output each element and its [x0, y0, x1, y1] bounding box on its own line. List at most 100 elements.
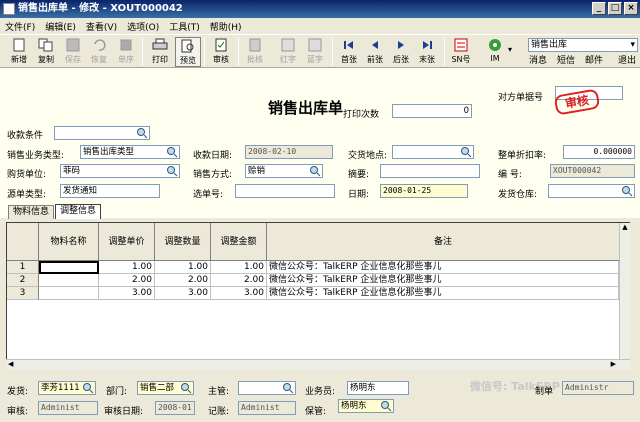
salesman-field[interactable]: 杨明东 — [347, 381, 409, 395]
approve-button[interactable]: 批核 — [242, 37, 268, 67]
menu-help[interactable]: 帮助(H) — [205, 20, 247, 33]
summary-field[interactable] — [380, 164, 480, 178]
col-note[interactable]: 备注 — [267, 223, 619, 261]
lookup-icon[interactable] — [82, 382, 94, 394]
table-row[interactable]: 1 1.00 1.00 1.00 微信公众号：TalkERP 企业信息化那些事儿 — [7, 261, 629, 274]
close-button[interactable]: × — [624, 2, 638, 15]
print-button[interactable]: 打印 — [147, 37, 173, 67]
lookup-icon[interactable] — [282, 382, 294, 394]
audit-label: 审核 — [213, 55, 229, 64]
lookup-icon[interactable] — [380, 400, 392, 412]
amount-cell[interactable]: 3.00 — [211, 287, 267, 300]
maker-field[interactable]: Administr — [562, 381, 634, 395]
lookup-icon[interactable] — [166, 146, 178, 158]
price-cell[interactable]: 3.00 — [99, 287, 155, 300]
note-cell[interactable]: 微信公众号：TalkERP 企业信息化那些事儿 — [267, 287, 619, 300]
col-adjust-qty[interactable]: 调整数量 — [155, 223, 211, 261]
first-button[interactable]: 首张 — [336, 37, 362, 67]
scroll-up-icon[interactable]: ▲ — [620, 223, 630, 231]
sale-mode-field[interactable]: 赊销 — [245, 164, 323, 178]
chevron-down-icon[interactable]: ▾ — [630, 39, 635, 51]
note-cell[interactable]: 微信公众号：TalkERP 企业信息化那些事儿 — [267, 261, 619, 274]
new-button[interactable]: 新增 — [6, 37, 32, 67]
save-button[interactable]: 保存 — [60, 37, 86, 67]
collect-cond-field[interactable] — [54, 126, 150, 140]
message-button[interactable]: 消息 — [529, 53, 547, 66]
prev-button[interactable]: 前张 — [362, 37, 388, 67]
preview-button[interactable]: 预览 — [175, 37, 201, 67]
code-field[interactable]: XOUT000042 — [550, 164, 635, 178]
amount-cell[interactable]: 1.00 — [211, 261, 267, 274]
menu-view[interactable]: 查看(V) — [81, 20, 122, 33]
material-name-cell[interactable] — [39, 261, 99, 274]
menu-file[interactable]: 文件(F) — [0, 20, 40, 33]
manager-field[interactable] — [238, 381, 296, 395]
price-cell[interactable]: 1.00 — [99, 261, 155, 274]
lookup-icon[interactable] — [621, 185, 633, 197]
col-adjust-amount[interactable]: 调整金额 — [211, 223, 267, 261]
lookup-icon[interactable] — [460, 146, 472, 158]
exit-button[interactable]: 退出 — [618, 53, 636, 66]
table-row[interactable]: 3 3.00 3.00 3.00 微信公众号：TalkERP 企业信息化那些事儿 — [7, 287, 629, 300]
scroll-right-icon[interactable]: ▶ — [611, 360, 616, 368]
lookup-icon[interactable] — [180, 382, 192, 394]
menu-options[interactable]: 选项(O) — [122, 20, 164, 33]
ship-field[interactable]: 李芳1111 — [38, 381, 96, 395]
collect-date-field[interactable]: 2008-02-10 — [245, 145, 333, 159]
tab-material-info[interactable]: 物料信息 — [8, 205, 55, 219]
delete-button[interactable]: 单序 — [113, 37, 139, 67]
table-row[interactable]: 2 2.00 2.00 2.00 微信公众号：TalkERP 企业信息化那些事儿 — [7, 274, 629, 287]
audit-button[interactable]: 审核 — [208, 37, 234, 67]
sel-no-field[interactable] — [235, 184, 335, 198]
audit-date-field[interactable]: 2008-01 — [155, 401, 195, 415]
print-count-field[interactable]: 0 — [392, 104, 472, 118]
material-name-cell[interactable] — [39, 287, 99, 300]
discount-field[interactable]: 0.000000 — [563, 145, 635, 159]
date-field[interactable]: 2008-01-25 — [380, 184, 468, 198]
buyer-field[interactable]: 菲码 — [60, 164, 180, 178]
restore-button[interactable]: 恢复 — [86, 37, 112, 67]
col-material-name[interactable]: 物料名称 — [39, 223, 99, 261]
keeper-field[interactable]: 杨明东 — [338, 399, 394, 413]
grid-horizontal-scrollbar[interactable]: ◀ ▶ — [6, 359, 630, 370]
lookup-icon[interactable] — [136, 127, 148, 139]
qty-cell[interactable]: 2.00 — [155, 274, 211, 287]
warehouse-field[interactable] — [548, 184, 635, 198]
copy-button[interactable]: 复制 — [33, 37, 59, 67]
menu-tools[interactable]: 工具(T) — [164, 20, 205, 33]
scroll-left-icon[interactable]: ◀ — [8, 360, 13, 368]
sms-button[interactable]: 短信 — [557, 53, 575, 66]
auditor-label: 审核: — [7, 407, 29, 417]
biz-type-field[interactable]: 销售出库类型 — [80, 145, 180, 159]
module-combo[interactable]: 销售出库 ▾ — [528, 38, 638, 52]
place-field[interactable] — [392, 145, 474, 159]
tab-adjust-info[interactable]: 调整信息 — [55, 204, 102, 219]
lookup-icon[interactable] — [309, 165, 321, 177]
maximize-button[interactable]: □ — [608, 2, 622, 15]
minimize-button[interactable]: _ — [592, 2, 606, 15]
im-button[interactable]: IM — [482, 37, 508, 67]
amount-cell[interactable]: 2.00 — [211, 274, 267, 287]
material-name-cell[interactable] — [39, 274, 99, 287]
note-cell[interactable]: 微信公众号：TalkERP 企业信息化那些事儿 — [267, 274, 619, 287]
menu-edit[interactable]: 编辑(E) — [40, 20, 81, 33]
lookup-icon[interactable] — [166, 165, 178, 177]
col-adjust-price[interactable]: 调整单价 — [99, 223, 155, 261]
sn-button[interactable]: SN号 — [448, 37, 474, 67]
mail-button[interactable]: 邮件 — [585, 53, 603, 66]
blue-button[interactable]: 蓝字 — [302, 37, 328, 67]
dept-field[interactable]: 销售二部 — [137, 381, 194, 395]
audit-date-label: 审核日期: — [104, 407, 144, 417]
src-type-field[interactable]: 发货通知 — [60, 184, 160, 198]
red-button[interactable]: 红字 — [275, 37, 301, 67]
toolbar: 新增 复制 保存 恢复 单序 打印 预览 审核 批核 红字 蓝字 首张 前张 后… — [0, 34, 640, 68]
qty-cell[interactable]: 3.00 — [155, 287, 211, 300]
im-dropdown-icon[interactable]: ▾ — [508, 45, 512, 54]
last-button[interactable]: 末张 — [414, 37, 440, 67]
qty-cell[interactable]: 1.00 — [155, 261, 211, 274]
next-button[interactable]: 后张 — [388, 37, 414, 67]
auditor-field[interactable]: Administ — [38, 401, 98, 415]
booker-field[interactable]: Administ — [238, 401, 296, 415]
price-cell[interactable]: 2.00 — [99, 274, 155, 287]
grid-vertical-scrollbar[interactable]: ▲ — [619, 223, 630, 359]
